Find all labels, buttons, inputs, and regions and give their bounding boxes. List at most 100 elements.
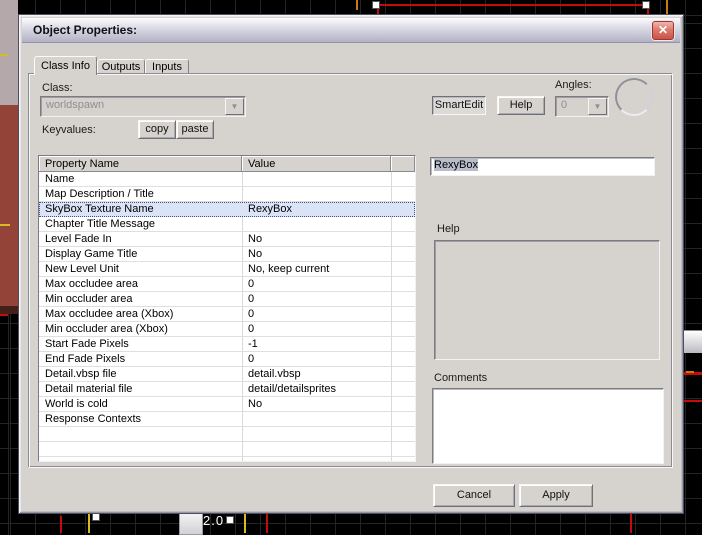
vertex-handle[interactable]	[92, 513, 100, 521]
comments-label: Comments	[434, 372, 488, 384]
help-section-label: Help	[437, 223, 460, 235]
property-name-cell: Chapter Title Message	[45, 218, 156, 230]
column-header-spare	[391, 156, 415, 172]
property-value-cell: 0	[248, 278, 255, 290]
help-content-box	[434, 240, 660, 360]
help-button[interactable]: Help	[497, 96, 545, 115]
table-row[interactable]: Max occludee area 0	[39, 277, 415, 292]
property-name-cell: Min occluder area (Xbox)	[45, 323, 168, 335]
property-table-header: Property Name Value	[39, 156, 415, 172]
property-name-cell: Level Fade In	[45, 233, 112, 245]
property-name-cell: Min occluder area	[45, 293, 133, 305]
angle-dial[interactable]	[615, 78, 653, 116]
vertex-handle[interactable]	[372, 1, 380, 9]
table-row[interactable]: Start Fade Pixels -1	[39, 337, 415, 352]
property-value-cell: RexyBox	[248, 203, 293, 215]
table-row[interactable]: Min occluder area 0	[39, 292, 415, 307]
background-window-edge	[682, 330, 702, 353]
table-row[interactable]: World is cold No	[39, 397, 415, 412]
property-value-cell: 0	[248, 353, 255, 365]
viewport-3d-shadow	[0, 306, 18, 314]
table-row[interactable]: Name	[39, 172, 415, 187]
selection-tick	[356, 0, 358, 10]
property-value-cell: No	[248, 233, 263, 245]
table-row[interactable]: SkyBox Texture Name RexyBox	[39, 202, 415, 217]
table-row[interactable]: New Level Unit No, keep current	[39, 262, 415, 277]
property-name-cell: Detail material file	[45, 383, 133, 395]
property-name-cell: New Level Unit	[45, 263, 119, 275]
table-row[interactable]: Response Contexts	[39, 412, 415, 427]
table-row[interactable]: End Fade Pixels 0	[39, 352, 415, 367]
vertex-handle[interactable]	[642, 1, 650, 9]
grid-scale-label: 2.0	[203, 513, 225, 528]
comments-textarea[interactable]	[432, 388, 664, 464]
viewport-selection-line	[0, 314, 8, 316]
property-name-cell: Max occludee area (Xbox)	[45, 308, 174, 320]
class-combobox[interactable]: worldspawn ▼	[40, 96, 246, 117]
chevron-down-icon[interactable]: ▼	[588, 98, 607, 115]
value-edit-field[interactable]: RexyBox	[430, 157, 655, 176]
selection-edge-line	[266, 512, 268, 533]
table-row[interactable]: Max occludee area (Xbox) 0	[39, 307, 415, 322]
property-name-cell: Map Description / Title	[45, 188, 154, 200]
table-row[interactable]: Level Fade In No	[39, 232, 415, 247]
class-info-panel: Class: worldspawn ▼ SmartEdit Help Angle…	[29, 74, 673, 468]
property-value-cell: No	[248, 398, 263, 410]
property-name-cell: World is cold	[45, 398, 108, 410]
property-name-cell: Detail.vbsp file	[45, 368, 117, 380]
property-name-cell: Max occludee area	[45, 278, 138, 290]
table-row[interactable]: Detail material file detail/detailsprites	[39, 382, 415, 397]
property-value-cell: -1	[248, 338, 258, 350]
property-value-cell: No, keep current	[248, 263, 330, 275]
guide-line	[244, 512, 246, 533]
table-row[interactable]: Detail.vbsp file detail.vbsp	[39, 367, 415, 382]
property-name-cell: SkyBox Texture Name	[45, 203, 154, 215]
tab-outputs[interactable]: Outputs	[97, 59, 145, 75]
apply-button[interactable]: Apply	[519, 484, 593, 507]
object-properties-dialog: Object Properties: ✕ Outputs Inputs Clas…	[18, 14, 684, 514]
property-name-cell: Start Fade Pixels	[45, 338, 129, 350]
selection-edge-line	[682, 400, 702, 402]
vertex-handle[interactable]	[226, 516, 234, 524]
property-name-cell: Response Contexts	[45, 413, 141, 425]
selection-edge-line	[60, 516, 62, 533]
paste-button[interactable]: paste	[176, 120, 214, 139]
guide-line	[88, 512, 90, 533]
value-edit-text: RexyBox	[434, 159, 479, 171]
angles-label: Angles:	[555, 79, 592, 91]
property-value-cell: 0	[248, 323, 255, 335]
angles-combobox[interactable]: 0 ▼	[555, 96, 609, 117]
smartedit-button[interactable]: SmartEdit	[432, 96, 486, 115]
cancel-button[interactable]: Cancel	[433, 484, 515, 507]
copy-button[interactable]: copy	[138, 120, 176, 139]
viewport-guide-line	[0, 224, 10, 226]
column-header-value: Value	[242, 156, 391, 172]
property-table-body: Name Map Description / Title SkyBox Textur…	[39, 172, 415, 461]
viewport-guide-line	[0, 54, 8, 56]
chevron-down-icon[interactable]: ▼	[225, 98, 244, 115]
close-icon[interactable]: ✕	[651, 20, 675, 41]
selection-tick	[666, 0, 668, 14]
property-name-cell: Display Game Title	[45, 248, 138, 260]
property-value-cell: 0	[248, 308, 255, 320]
table-row[interactable]: Chapter Title Message	[39, 217, 415, 232]
table-row[interactable]: Map Description / Title	[39, 187, 415, 202]
column-header-property-name: Property Name	[39, 156, 242, 172]
keyvalues-label: Keyvalues:	[42, 124, 96, 136]
tab-class-info[interactable]: Class Info	[34, 56, 97, 75]
tab-inputs[interactable]: Inputs	[145, 59, 189, 75]
property-table: Property Name Value Name Map Description …	[38, 155, 416, 462]
window-title: Object Properties:	[33, 23, 138, 37]
selection-tick	[686, 371, 694, 373]
table-row[interactable]: Display Game Title No	[39, 247, 415, 262]
property-name-cell: End Fade Pixels	[45, 353, 126, 365]
viewport-3d-wall	[0, 0, 18, 105]
table-row[interactable]: Min occluder area (Xbox) 0	[39, 322, 415, 337]
property-value-cell: No	[248, 248, 263, 260]
titlebar[interactable]: Object Properties: ✕	[22, 18, 680, 43]
property-value-cell: 0	[248, 293, 255, 305]
class-combobox-value: worldspawn	[46, 99, 105, 111]
selection-edge-line	[630, 512, 632, 533]
viewport-3d-floor	[0, 105, 18, 306]
property-value-cell: detail.vbsp	[248, 368, 301, 380]
